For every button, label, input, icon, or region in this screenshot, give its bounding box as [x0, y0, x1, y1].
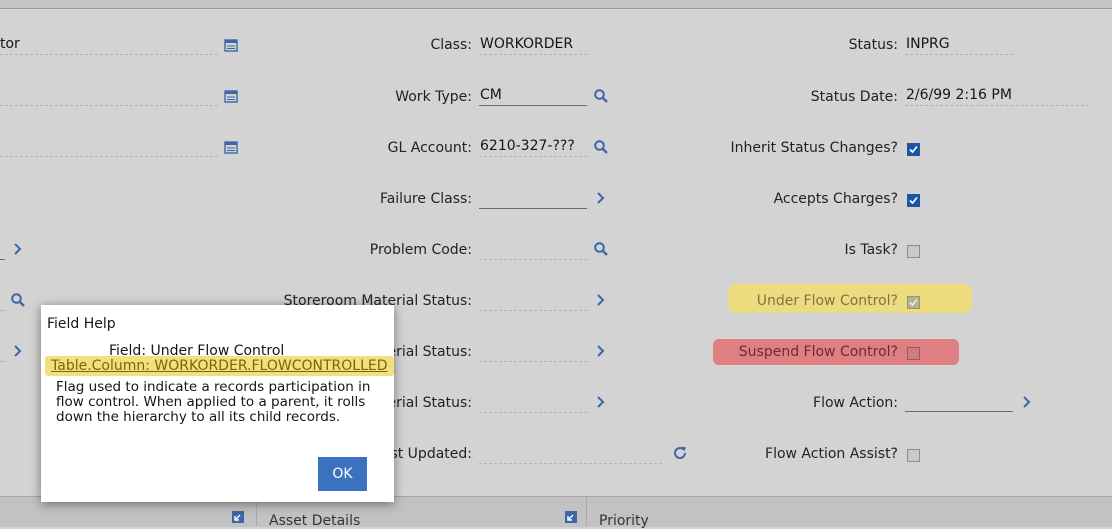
problem-code-field[interactable]: [479, 259, 587, 260]
search-icon[interactable]: [593, 139, 609, 155]
search-icon[interactable]: [10, 292, 26, 308]
ok-button[interactable]: OK: [318, 457, 367, 491]
dialog-table-column: Table.Column: WORKORDER.FLOWCONTROLLED: [45, 356, 394, 376]
inherit-status-changes-checkbox[interactable]: [907, 143, 920, 156]
checkmark-icon: [909, 196, 918, 205]
under-flow-control-checkbox: [907, 296, 920, 309]
calendar-icon[interactable]: [223, 139, 239, 155]
storeroom-material-status-field[interactable]: [479, 310, 587, 311]
asset-details-section-title[interactable]: Asset Details: [269, 513, 360, 529]
work-type-value: CM: [480, 87, 502, 103]
material-status-3-field[interactable]: [479, 412, 587, 413]
chevron-right-icon[interactable]: [1020, 394, 1034, 410]
class-field: [479, 54, 587, 55]
flow-action-assist-checkbox[interactable]: [907, 449, 920, 462]
material-status-3-label: erial Status:: [387, 395, 472, 411]
checkmark-icon: [909, 298, 918, 307]
calendar-icon[interactable]: [223, 37, 239, 53]
is-task-checkbox[interactable]: [907, 245, 920, 258]
failure-class-label: Failure Class:: [379, 191, 472, 207]
status-date-field: [905, 105, 1089, 106]
left-field-row7-input[interactable]: [0, 361, 5, 362]
suspend-flow-control-label: Suspend Flow Control?: [738, 344, 898, 360]
gl-account-label: GL Account:: [387, 140, 472, 156]
left-field-row2-input[interactable]: [0, 105, 218, 106]
search-icon[interactable]: [593, 241, 609, 257]
left-field-row5-input[interactable]: [0, 259, 5, 260]
dialog-description: Flag used to indicate a records particip…: [56, 379, 371, 425]
flow-action-label: Flow Action:: [813, 395, 898, 411]
left-field-row6-input[interactable]: [0, 310, 5, 311]
accepts-charges-checkbox[interactable]: [907, 194, 920, 207]
left-field-row3-input[interactable]: [0, 156, 218, 157]
search-icon[interactable]: [593, 88, 609, 104]
chevron-right-icon[interactable]: [11, 241, 25, 257]
left-field-row1-value: tor: [0, 36, 20, 52]
status-date-label: Status Date:: [810, 89, 898, 105]
priority-section-title[interactable]: Priority: [599, 513, 649, 529]
chevron-right-icon[interactable]: [594, 343, 608, 359]
dialog-title: Field Help: [47, 316, 116, 332]
status-value: INPRG: [906, 36, 950, 52]
problem-code-label: Problem Code:: [369, 242, 472, 258]
chevron-right-icon[interactable]: [11, 343, 25, 359]
flow-action-field[interactable]: [905, 411, 1013, 412]
last-updated-label: st Updated:: [390, 446, 472, 462]
top-border: [0, 0, 1112, 9]
checkmark-icon: [909, 145, 918, 154]
field-help-dialog: Field Help Field: Under Flow Control Tab…: [41, 305, 394, 502]
status-label: Status:: [848, 37, 898, 53]
work-type-label: Work Type:: [395, 89, 472, 105]
material-status-2-field[interactable]: [479, 361, 587, 362]
is-task-label: Is Task?: [844, 242, 898, 258]
accepts-charges-label: Accepts Charges?: [773, 191, 898, 207]
chevron-right-icon[interactable]: [594, 190, 608, 206]
class-value: WORKORDER: [480, 36, 574, 52]
gl-account-value: 6210-327-???: [480, 138, 575, 154]
gl-account-field[interactable]: [479, 156, 587, 157]
chevron-right-icon[interactable]: [594, 394, 608, 410]
under-flow-control-label: Under Flow Control?: [756, 293, 898, 309]
left-field-row1-input[interactable]: [0, 54, 218, 55]
calendar-icon[interactable]: [223, 88, 239, 104]
status-date-value: 2/6/99 2:16 PM: [906, 87, 1012, 103]
expand-icon[interactable]: [231, 510, 245, 524]
last-updated-field: [479, 463, 662, 464]
failure-class-field[interactable]: [479, 208, 587, 209]
expand-icon[interactable]: [564, 510, 578, 524]
bottom-divider: [586, 496, 587, 526]
chevron-right-icon[interactable]: [594, 292, 608, 308]
status-field: [905, 54, 1013, 55]
work-type-field[interactable]: [479, 105, 587, 106]
inherit-status-changes-label: Inherit Status Changes?: [730, 140, 898, 156]
class-label: Class:: [430, 37, 472, 53]
refresh-icon[interactable]: [672, 445, 688, 461]
suspend-flow-control-checkbox[interactable]: [907, 347, 920, 360]
material-status-2-label: erial Status:: [387, 344, 472, 360]
flow-action-assist-label: Flow Action Assist?: [765, 446, 898, 462]
